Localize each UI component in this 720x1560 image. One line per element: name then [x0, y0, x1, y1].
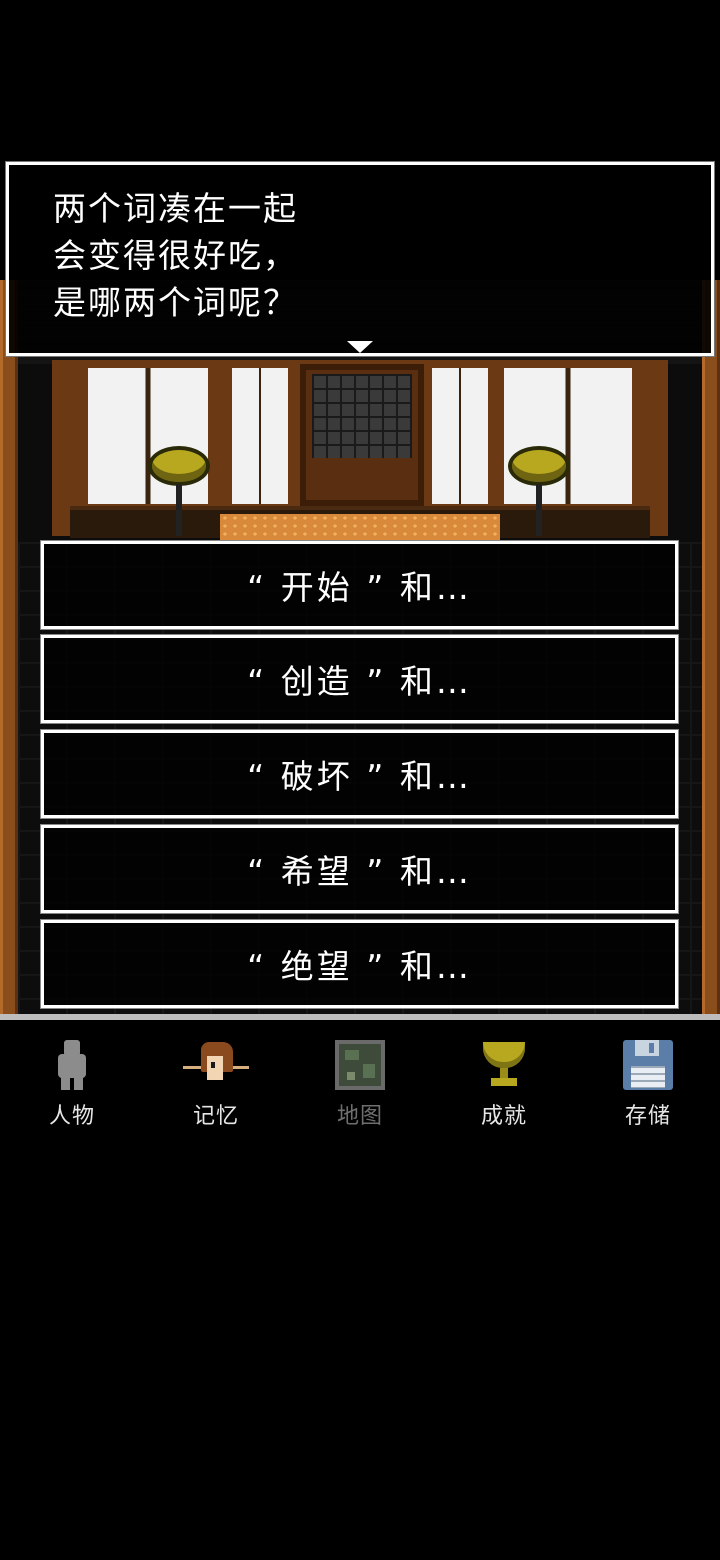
menu-item-label: 存储 — [624, 1104, 671, 1129]
map-icon — [335, 1040, 385, 1090]
menu-item-achievements[interactable]: 成就 — [444, 1038, 564, 1130]
menu-item-characters[interactable]: 人物 — [12, 1038, 132, 1130]
menu-item-label: 地图 — [336, 1104, 383, 1129]
menu-item-label: 成就 — [480, 1104, 527, 1129]
shoji-panel — [432, 368, 488, 504]
choice-option-2[interactable]: “ 创造 ” 和… — [41, 635, 678, 723]
bottom-menu: 人物 记忆 地图 成就 存储 — [0, 1014, 720, 1134]
dialog-line: 两个词凑在一起 — [53, 189, 298, 228]
brazier-left — [148, 446, 210, 536]
menu-item-label: 人物 — [48, 1104, 95, 1129]
memory-icon — [183, 1040, 249, 1090]
choice-option-5[interactable]: “ 绝望 ” 和… — [41, 920, 678, 1008]
door-lattice — [312, 374, 412, 458]
brazier-right — [508, 446, 570, 536]
choice-label: “ 绝望 ” 和… — [247, 947, 472, 986]
dialog-line: 会变得很好吃， — [53, 236, 298, 275]
menu-item-map[interactable]: 地图 — [300, 1038, 420, 1130]
person-icon — [47, 1040, 97, 1090]
choice-option-1[interactable]: “ 开始 ” 和… — [41, 541, 678, 629]
floor-mat — [220, 514, 500, 542]
choice-label: “ 开始 ” 和… — [247, 568, 472, 607]
dialog-box[interactable]: 两个词凑在一起 会变得很好吃， 是哪两个词呢？ — [6, 162, 714, 356]
menu-item-save[interactable]: 存储 — [588, 1038, 708, 1130]
save-icon — [623, 1040, 673, 1090]
choice-option-4[interactable]: “ 希望 ” 和… — [41, 825, 678, 913]
choice-label: “ 创造 ” 和… — [247, 662, 472, 701]
menu-item-label: 记忆 — [192, 1104, 239, 1129]
shoji-panel — [232, 368, 288, 504]
pillar-left — [0, 280, 18, 1015]
menu-item-memory[interactable]: 记忆 — [156, 1038, 276, 1130]
choice-option-3[interactable]: “ 破坏 ” 和… — [41, 730, 678, 818]
trophy-icon — [479, 1040, 529, 1090]
wooden-door — [300, 364, 424, 506]
pillar-right — [702, 280, 720, 1015]
continue-arrow-icon — [347, 341, 373, 353]
choice-label: “ 希望 ” 和… — [247, 852, 472, 891]
choice-label: “ 破坏 ” 和… — [247, 757, 472, 796]
dialog-line: 是哪两个词呢？ — [53, 283, 298, 322]
